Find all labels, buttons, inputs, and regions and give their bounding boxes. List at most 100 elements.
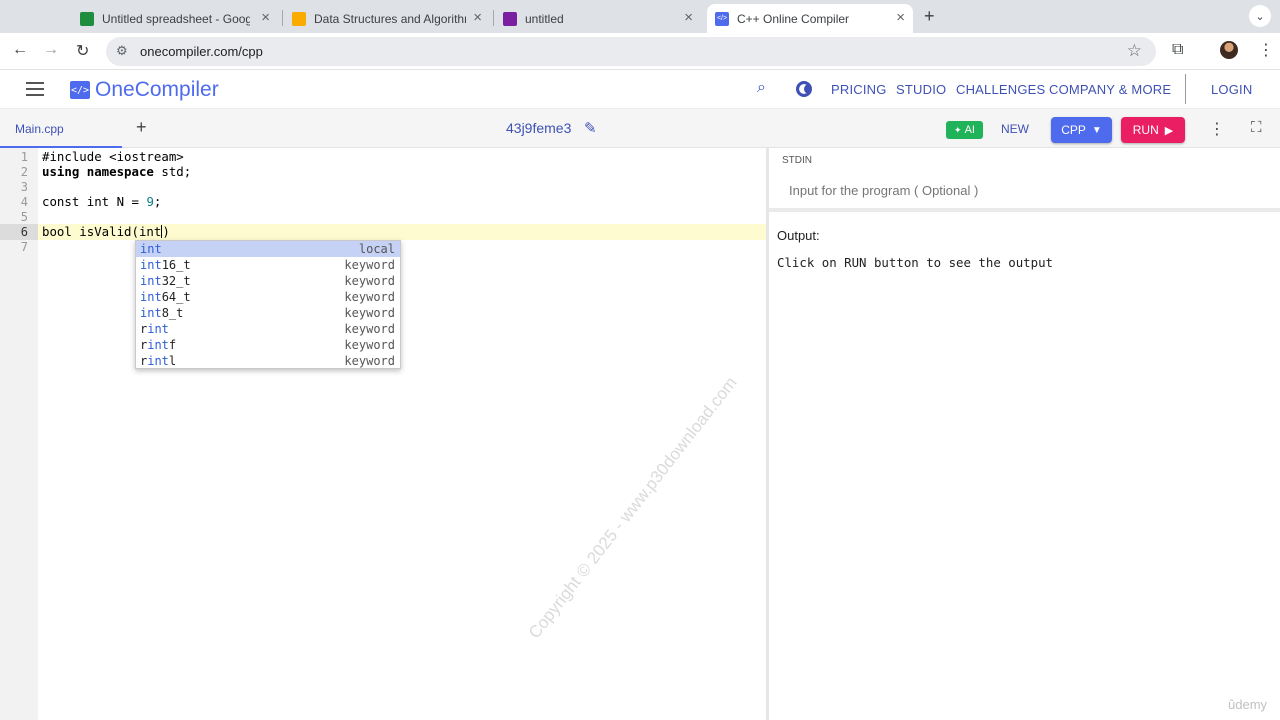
google-sheets-icon: [80, 11, 94, 26]
browser-toolbar: ← → ↻ ⚙ onecompiler.com/cpp ☆ ⧉ ⋮: [0, 33, 1280, 70]
tab-search-icon[interactable]: ⌄: [1249, 5, 1271, 27]
code-line-4: const int N = 9;: [42, 194, 162, 209]
fullscreen-icon[interactable]: ⛶: [1251, 119, 1262, 136]
line-number: 4: [20, 195, 28, 209]
suggestion-item[interactable]: int64_t keyword: [136, 289, 400, 305]
nav-divider: [1185, 74, 1186, 104]
onecompiler-logo[interactable]: </> OneCompiler: [70, 78, 219, 102]
forward-arrow-icon[interactable]: →: [43, 41, 59, 59]
suggestion-item[interactable]: rintf keyword: [136, 337, 400, 353]
nav-pricing[interactable]: PRICING: [831, 82, 887, 97]
suggestion-rest: l: [168, 354, 177, 368]
onecompiler-icon: </>: [715, 11, 729, 26]
suggestion-item[interactable]: int32_t keyword: [136, 273, 400, 289]
new-button[interactable]: NEW: [1001, 122, 1029, 136]
editor-toolbar: Main.cpp + 43j9feme3 ✎ ✦ AI NEW CPP ▼ RUN…: [0, 109, 1280, 148]
close-icon[interactable]: ×: [684, 10, 693, 26]
close-icon[interactable]: ×: [473, 10, 482, 26]
line-number: 7: [20, 240, 28, 254]
code-brackets-icon: </>: [70, 81, 90, 99]
suggestion-rest: f: [168, 338, 177, 352]
nav-challenges[interactable]: CHALLENGES: [956, 82, 1045, 97]
chevron-down-icon: ▼: [1091, 124, 1102, 136]
play-icon: ▶: [1164, 124, 1174, 137]
tab-main-cpp[interactable]: Main.cpp: [0, 109, 122, 148]
purple-app-icon: [503, 11, 517, 26]
tab-separator: [282, 10, 283, 26]
stdin-input[interactable]: [789, 183, 1259, 198]
extensions-icon[interactable]: ⧉: [1172, 41, 1183, 59]
suggestion-match: int: [140, 306, 162, 320]
tab-title: untitled: [525, 11, 564, 26]
bookmark-star-icon[interactable]: ☆: [1127, 41, 1142, 61]
more-options-icon[interactable]: ⋮: [1209, 119, 1225, 139]
browser-menu-icon[interactable]: ⋮: [1258, 40, 1274, 60]
run-button[interactable]: RUN ▶: [1121, 117, 1185, 143]
ai-label: AI: [964, 124, 975, 136]
suggestion-item[interactable]: int8_t keyword: [136, 305, 400, 321]
suggestion-rest: 32_t: [161, 274, 191, 288]
hamburger-menu-icon[interactable]: [26, 82, 44, 96]
suggestion-match: int: [147, 322, 169, 336]
search-icon[interactable]: ⌕: [757, 79, 766, 97]
edit-pencil-icon[interactable]: ✎: [584, 119, 597, 137]
text-cursor: [161, 225, 163, 238]
browser-tab-untitled[interactable]: untitled ×: [495, 4, 701, 33]
suggestion-kind: keyword: [344, 322, 395, 336]
profile-avatar[interactable]: [1220, 41, 1238, 59]
nav-company-more[interactable]: COMPANY & MORE: [1049, 82, 1171, 97]
suggestion-kind: keyword: [344, 290, 395, 304]
browser-tab-strip: Untitled spreadsheet - Googl × Data Stru…: [0, 0, 1280, 33]
reload-icon[interactable]: ↻: [76, 41, 89, 61]
site-info-icon[interactable]: ⚙: [116, 43, 128, 59]
stdin-panel: STDIN: [769, 148, 1280, 212]
line-number: 1: [20, 150, 28, 164]
copyright-watermark: Copyright © 2025 - www.p30download.com: [524, 373, 741, 643]
theme-toggle-icon[interactable]: [796, 81, 812, 97]
suggestion-kind: keyword: [344, 274, 395, 288]
suggestion-rest: 8_t: [161, 306, 184, 320]
suggestion-match: int: [140, 274, 162, 288]
login-link[interactable]: LOGIN: [1211, 82, 1252, 97]
autocomplete-popup[interactable]: int local int16_t keyword int32_t keyword i…: [135, 240, 401, 369]
new-tab-button[interactable]: +: [924, 6, 935, 27]
snippet-title[interactable]: 43j9feme3: [506, 120, 571, 136]
suggestion-item[interactable]: int local: [136, 241, 400, 257]
file-tab-label: Main.cpp: [15, 122, 64, 136]
tab-title: Untitled spreadsheet - Googl: [102, 11, 250, 26]
browser-tab-onecompiler[interactable]: </> C++ Online Compiler ×: [707, 4, 913, 33]
line-number: 5: [20, 210, 28, 224]
suggestion-match: int: [140, 242, 162, 256]
close-icon[interactable]: ×: [896, 10, 905, 26]
address-bar[interactable]: ⚙ onecompiler.com/cpp ☆: [106, 37, 1156, 66]
close-icon[interactable]: ×: [261, 10, 270, 26]
suggestion-match: int: [140, 290, 162, 304]
suggestion-item[interactable]: rintl keyword: [136, 353, 400, 369]
ai-button[interactable]: ✦ AI: [946, 121, 983, 139]
line-number: 2: [20, 165, 28, 179]
suggestion-match: int: [147, 354, 169, 368]
suggestion-rest: 16_t: [161, 258, 191, 272]
stdin-label: STDIN: [782, 155, 812, 166]
suggestion-match: int: [147, 338, 169, 352]
code-line-6: bool isValid(int): [42, 224, 170, 239]
add-file-button[interactable]: +: [136, 117, 147, 138]
back-arrow-icon[interactable]: ←: [12, 41, 28, 59]
suggestion-kind: keyword: [344, 306, 395, 320]
sparkle-icon: ✦: [954, 124, 962, 135]
code-editor[interactable]: 1 2 3 4 5 6 7 #include <iostream> using …: [0, 148, 766, 720]
google-slides-icon: [292, 11, 306, 26]
output-panel: Output: Click on RUN button to see the o…: [769, 216, 1280, 720]
browser-tab-dsa[interactable]: Data Structures and Algorithm ×: [284, 4, 490, 33]
logo-text: OneCompiler: [95, 78, 219, 101]
suggestion-item[interactable]: rint keyword: [136, 321, 400, 337]
tab-title: C++ Online Compiler: [737, 11, 850, 26]
nav-studio[interactable]: STUDIO: [896, 82, 946, 97]
suggestion-match: int: [140, 258, 162, 272]
suggestion-kind: keyword: [344, 354, 395, 368]
language-select-button[interactable]: CPP ▼: [1051, 117, 1112, 143]
tab-title: Data Structures and Algorithm: [314, 11, 466, 26]
url-text[interactable]: onecompiler.com/cpp: [140, 44, 263, 59]
browser-tab-spreadsheet[interactable]: Untitled spreadsheet - Googl ×: [72, 4, 278, 33]
suggestion-item[interactable]: int16_t keyword: [136, 257, 400, 273]
